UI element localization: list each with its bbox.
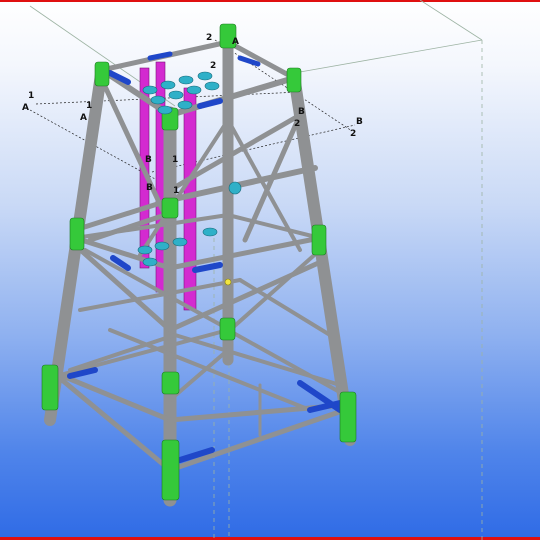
gridline-2 [214,39,353,132]
grid-mark-B-inner: B [145,155,152,165]
grid-mark-2-top: 2 [206,33,212,43]
grid-mark-2-right: 2 [294,119,300,129]
gridline-A [29,109,176,191]
3d-model-viewport[interactable]: 1 A 1 A 2 A 2 B 2 B 2 B 1 B 1 [0,0,540,540]
grid-mark-A-mid: A [80,113,87,123]
grid-mark-1-left: 1 [28,91,34,101]
gridline-1 [35,91,301,105]
grid-mark-2-mid: 2 [210,61,216,71]
grid-mark-A-left: A [22,103,29,113]
jacket-structure-3d-view[interactable]: 1 A 1 A 2 A 2 B 2 B 2 B 1 B 1 [0,0,540,540]
grid-mark-B-inner2: B [146,183,153,193]
grid-mark-2-right2: 2 [350,129,356,139]
grid-mark-1-inner: 1 [172,155,178,165]
grid-mark-B-right2: B [356,117,363,127]
grid-mark-B-right: B [298,107,305,117]
grid-mark-A-top: A [232,37,239,47]
grid-mark-1-inner2: 1 [173,186,179,196]
grid-mark-1-mid: 1 [86,101,92,111]
point-marker-icon[interactable] [224,278,232,286]
